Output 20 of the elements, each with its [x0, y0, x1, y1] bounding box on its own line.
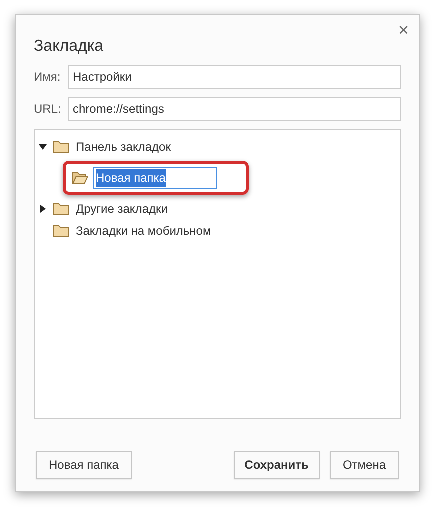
folder-name-input[interactable]: Новая папка — [93, 167, 217, 189]
tree-item[interactable]: Закладки на мобильном — [76, 222, 212, 240]
tree-item[interactable]: Панель закладок — [76, 138, 171, 156]
folder-icon — [53, 202, 70, 216]
cancel-button[interactable]: Отмена — [330, 451, 399, 479]
field-label: Имя: — [34, 69, 62, 86]
tree-item[interactable]: Другие закладки — [76, 200, 168, 218]
input-value: Новая папка — [96, 169, 166, 187]
folder-icon — [53, 224, 70, 238]
close-button[interactable]: × — [398, 21, 409, 39]
input-field[interactable]: chrome://settings — [68, 97, 401, 121]
collapse-triangle-icon[interactable] — [39, 143, 47, 151]
dialog-title: Закладка — [34, 37, 105, 57]
expand-triangle-icon[interactable] — [39, 205, 47, 213]
folder-icon — [53, 140, 70, 154]
open-folder-icon — [72, 171, 89, 185]
save-button[interactable]: Сохранить — [234, 451, 320, 479]
field-label: URL: — [34, 101, 62, 118]
new-folder-button[interactable]: Новая папка — [36, 451, 132, 479]
input-field[interactable]: Настройки — [68, 65, 401, 89]
